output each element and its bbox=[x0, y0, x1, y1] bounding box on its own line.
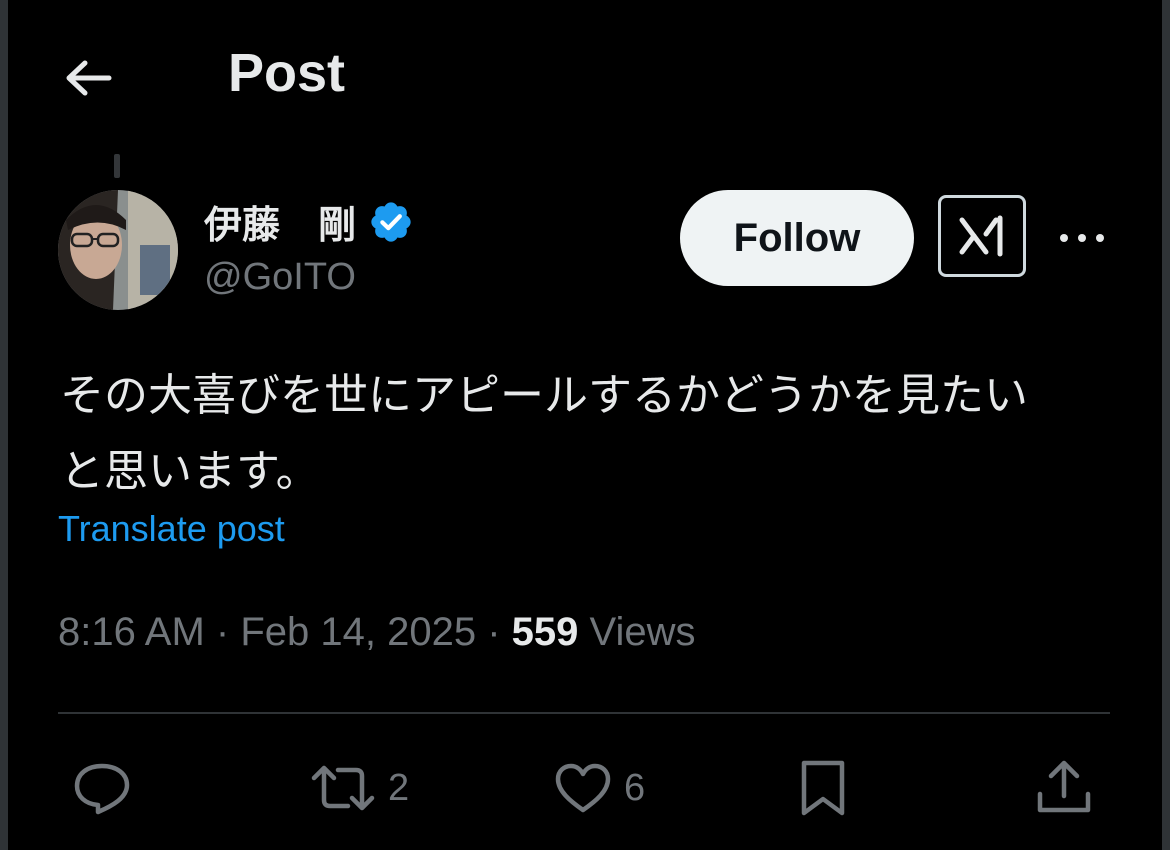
author-name-row: 伊藤 剛 bbox=[204, 194, 414, 249]
reply-icon bbox=[74, 763, 130, 815]
verified-badge-icon bbox=[371, 201, 411, 242]
post-time[interactable]: 8:16 AM bbox=[58, 610, 205, 654]
views-count[interactable]: 559 bbox=[512, 610, 579, 654]
repost-icon bbox=[311, 765, 375, 811]
thread-connector bbox=[114, 154, 120, 178]
like-count: 6 bbox=[624, 766, 646, 809]
page-title: Post bbox=[228, 43, 346, 103]
bookmark-icon bbox=[801, 760, 845, 816]
affiliate-badge[interactable] bbox=[938, 195, 1026, 277]
reply-button[interactable] bbox=[72, 745, 132, 831]
divider bbox=[58, 712, 1110, 714]
share-icon bbox=[1037, 760, 1091, 813]
author-display-name[interactable]: 伊藤 剛 bbox=[204, 194, 356, 249]
more-dots-icon bbox=[1060, 234, 1104, 242]
more-options-button[interactable] bbox=[1054, 218, 1110, 258]
back-button[interactable] bbox=[60, 50, 116, 106]
follow-button[interactable]: Follow bbox=[680, 190, 914, 286]
post-body: その大喜びを世にアピールするかどうかを見たい と思います。 bbox=[60, 358, 1120, 510]
avatar[interactable] bbox=[58, 190, 178, 310]
top-bar: Post bbox=[0, 0, 1170, 150]
x-ai-logo-icon bbox=[959, 215, 1003, 257]
arrow-left-icon bbox=[66, 60, 112, 96]
post-text-line: その大喜びを世にアピールするかどうかを見たい bbox=[60, 370, 1028, 421]
share-button[interactable] bbox=[1034, 745, 1094, 831]
meta-separator: · bbox=[215, 610, 230, 654]
translate-post-link[interactable]: Translate post bbox=[58, 508, 285, 550]
post-date[interactable]: Feb 14, 2025 bbox=[240, 610, 476, 654]
repost-count: 2 bbox=[388, 766, 410, 809]
views-label[interactable]: Views bbox=[590, 610, 696, 654]
post-text-line: と思います。 bbox=[60, 446, 320, 497]
like-button[interactable]: 6 bbox=[552, 745, 645, 831]
meta-separator: · bbox=[487, 610, 501, 654]
avatar-photo-icon bbox=[58, 190, 178, 310]
bookmark-button[interactable] bbox=[796, 745, 850, 831]
action-bar: 2 6 bbox=[0, 745, 1170, 831]
heart-icon bbox=[555, 763, 611, 813]
post-metadata: 8:16 AM · Feb 14, 2025 · 559 Views bbox=[58, 610, 696, 655]
repost-button[interactable]: 2 bbox=[308, 745, 409, 831]
author-handle[interactable]: @GoITO bbox=[204, 256, 356, 299]
